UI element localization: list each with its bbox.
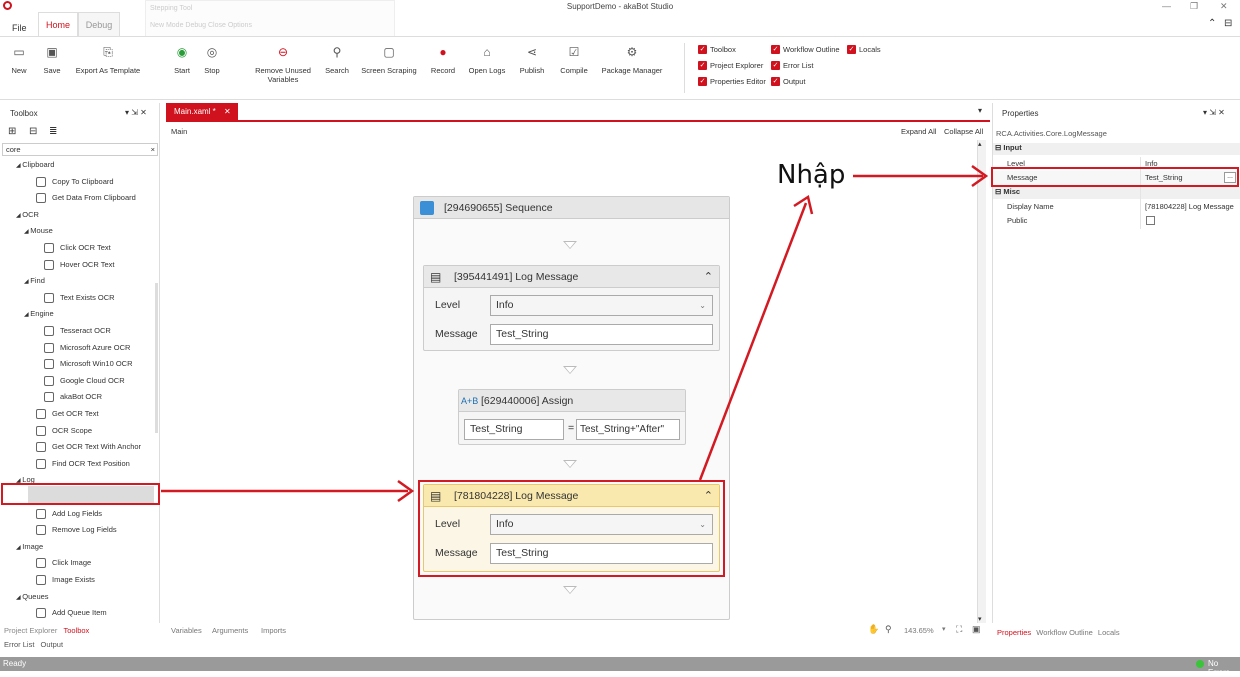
status-text: Ready <box>3 659 27 668</box>
error-count[interactable]: No Errors <box>1208 659 1240 677</box>
annotation-arrows <box>161 164 989 503</box>
status-ok-icon <box>1196 660 1204 668</box>
status-bar: Ready No Errors <box>0 657 1240 677</box>
arrow-activity-to-label <box>698 202 808 481</box>
